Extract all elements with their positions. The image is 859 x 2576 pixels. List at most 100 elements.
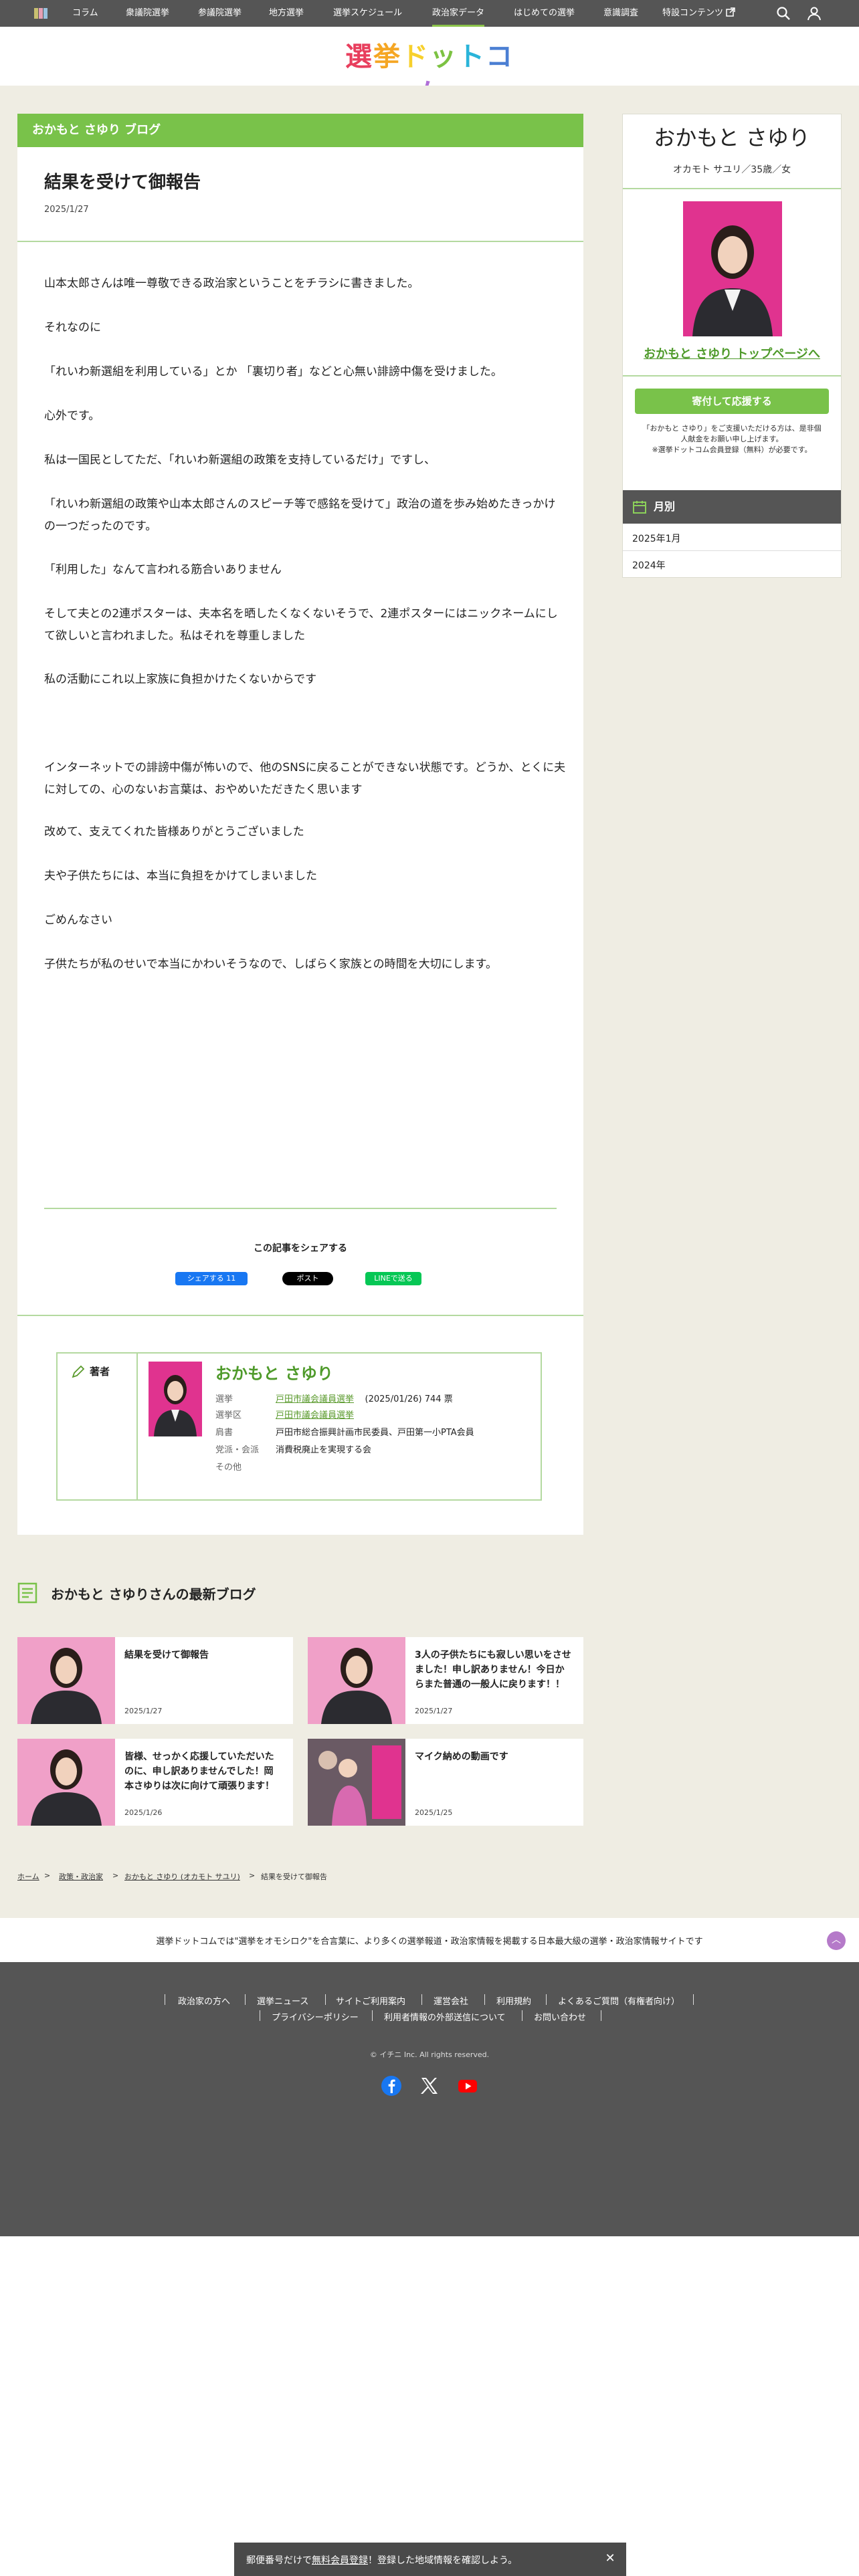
election-link[interactable]: 戸田市議会議員選挙 bbox=[276, 1394, 354, 1404]
breadcrumb-separator: > bbox=[44, 1871, 51, 1880]
blog-card-title: 皆様、せっかく応援していただいたのに、申し訳ありませんでした！岡本さゆりは次に向… bbox=[124, 1751, 274, 1792]
month-link[interactable]: 2024年 bbox=[632, 558, 666, 572]
footer-link[interactable]: 運営会社 bbox=[434, 1994, 468, 2007]
footer-link[interactable]: プライバシーポリシー bbox=[272, 2010, 359, 2023]
footer-link[interactable]: 政治家の方へ bbox=[178, 1994, 230, 2007]
nav-local-election[interactable]: 地方選挙 bbox=[269, 0, 304, 27]
sidebar-kana: オカモト サユリ／35歳／女 bbox=[672, 165, 791, 175]
footer-separator bbox=[693, 1994, 694, 2005]
top-nav: コラム 衆議院選挙 参議院選挙 地方選挙 選挙スケジュール 政治家データ はじめ… bbox=[0, 0, 859, 27]
article-paragraph: 「れいわ新選組の政策や山本太郎さんのスピーチ等で感銘を受けて」政治の道を歩み始め… bbox=[44, 498, 556, 533]
meta-key: 選挙区 bbox=[215, 1410, 242, 1420]
district-link[interactable]: 戸田市議会議員選挙 bbox=[276, 1410, 354, 1420]
month-archive-heading: 月別 bbox=[623, 490, 841, 524]
calendar-icon bbox=[633, 501, 646, 514]
candidate-top-link[interactable]: おかもと さゆり トップページへ bbox=[623, 344, 841, 362]
campaign-photo bbox=[308, 1739, 405, 1826]
home-icon[interactable] bbox=[33, 7, 48, 20]
footer-link[interactable]: 利用規約 bbox=[496, 1994, 531, 2007]
meta-election: 選挙 戸田市議会議員選挙 (2025/01/26) 744 票 bbox=[215, 1394, 453, 1406]
blog-card[interactable]: 皆様、せっかく応援していただいたのに、申し訳ありませんでした！岡本さゆりは次に向… bbox=[17, 1739, 293, 1826]
back-to-top-button[interactable]: ︿ bbox=[827, 1931, 846, 1950]
footer-link[interactable]: 選挙ニュース bbox=[257, 1994, 308, 2007]
article-paragraph: 「れいわ新選組を利用している」とか 「裏切り者」などと心無い誹謗中傷を受けました… bbox=[44, 365, 502, 379]
breadcrumb-category[interactable]: 政策・政治家 bbox=[59, 1871, 103, 1882]
blog-header[interactable]: おかもと さゆり ブログ bbox=[17, 114, 583, 147]
sidebar-photo[interactable] bbox=[683, 201, 782, 336]
author-photo[interactable] bbox=[149, 1362, 202, 1436]
footer-link[interactable]: よくあるご質問（有権者向け） bbox=[558, 1994, 680, 2007]
footer: 政治家の方へ 選挙ニュース サイトご利用案内 運営会社 利用規約 よくあるご質問… bbox=[0, 1962, 859, 2236]
article-paragraph: 子供たちが私のせいで本当にかわいそうなので、しばらく家族との時間を大切にします。 bbox=[44, 958, 497, 971]
meta-key: 肩書 bbox=[215, 1428, 233, 1438]
blog-thumbnail bbox=[17, 1739, 115, 1826]
blog-thumbnail bbox=[308, 1637, 405, 1724]
breadcrumb-home[interactable]: ホーム bbox=[17, 1871, 39, 1882]
article-paragraph: 夫や子供たちには、本当に負担をかけてしまいました bbox=[44, 869, 317, 883]
youtube-icon[interactable] bbox=[456, 2074, 479, 2097]
nav-councillor-election[interactable]: 参議院選挙 bbox=[198, 0, 242, 27]
breadcrumb-current: 結果を受けて御報告 bbox=[261, 1872, 327, 1881]
article-paragraph: 私は一国民としてただ、「れいわ新選組の政策を支持しているだけ」ですし、 bbox=[44, 453, 436, 467]
footer-separator bbox=[546, 1994, 547, 2005]
site-logo[interactable]: 選挙ドットコム bbox=[343, 39, 516, 108]
footer-separator bbox=[245, 1994, 246, 2005]
facebook-icon[interactable] bbox=[380, 2074, 403, 2097]
nav-special[interactable]: 特設コンテンツ bbox=[662, 0, 735, 27]
donate-button[interactable]: 寄付して応援する bbox=[635, 389, 829, 414]
article-paragraph: 改めて、支えてくれた皆様ありがとうございました bbox=[44, 825, 304, 839]
user-icon[interactable] bbox=[807, 6, 822, 21]
article-paragraph: 心外です。 bbox=[44, 409, 100, 423]
footer-separator bbox=[372, 2010, 373, 2021]
blog-card-title: 結果を受けて御報告 bbox=[124, 1650, 209, 1660]
blog-card[interactable]: 結果を受けて御報告 2025/1/27 bbox=[17, 1637, 293, 1724]
chevron-up-icon: ︿ bbox=[832, 1935, 841, 1945]
nav-schedule[interactable]: 選挙スケジュール bbox=[333, 0, 402, 27]
portrait-image bbox=[308, 1637, 405, 1724]
footer-link[interactable]: お問い合わせ bbox=[534, 2010, 586, 2023]
signup-banner: 郵便番号だけで無料会員登録！登録した地域情報を確認しよう。 ✕ bbox=[234, 2543, 626, 2576]
breadcrumb-person[interactable]: おかもと さゆり (オカモト サユリ) bbox=[124, 1871, 240, 1882]
election-result: (2025/01/26) 744 票 bbox=[365, 1394, 453, 1404]
facebook-share-button[interactable]: シェアする 11 bbox=[175, 1272, 248, 1285]
divider bbox=[17, 241, 583, 242]
nav-first-election[interactable]: はじめての選挙 bbox=[514, 0, 575, 27]
nav-survey[interactable]: 意識調査 bbox=[603, 0, 638, 27]
blog-card-title: マイク納めの動画です bbox=[415, 1751, 508, 1762]
author-label: 著者 bbox=[90, 1366, 110, 1378]
portrait-image bbox=[17, 1637, 115, 1724]
meta-title-value: 戸田市総合振興計画市民委員、戸田第一小PTA会員 bbox=[276, 1428, 474, 1438]
meta-party-value: 消費税廃止を実現する会 bbox=[276, 1445, 372, 1455]
line-share-button[interactable]: LINEで送る bbox=[365, 1272, 421, 1285]
blog-card-date: 2025/1/25 bbox=[415, 1808, 453, 1817]
meta-title: 肩書 戸田市総合振興計画市民委員、戸田第一小PTA会員 bbox=[215, 1427, 474, 1439]
divider bbox=[17, 1315, 583, 1316]
article-paragraph: 山本太郎さんは唯一尊敬できる政治家ということをチラシに書きました。 bbox=[44, 277, 419, 290]
nav-house-election[interactable]: 衆議院選挙 bbox=[126, 0, 169, 27]
footer-separator bbox=[325, 1994, 326, 2005]
x-icon[interactable] bbox=[417, 2074, 440, 2097]
meta-key: その他 bbox=[215, 1463, 242, 1473]
meta-other: その他 bbox=[215, 1462, 276, 1474]
footer-link[interactable]: サイトご利用案内 bbox=[336, 1994, 405, 2007]
nav-column[interactable]: コラム bbox=[72, 0, 98, 27]
external-link-icon bbox=[726, 7, 735, 17]
month-link[interactable]: 2025年1月 bbox=[632, 532, 681, 545]
article-paragraph: 私の活動にこれ以上家族に負担かけたくないからです bbox=[44, 673, 317, 686]
x-post-button[interactable]: ポスト bbox=[282, 1272, 333, 1285]
close-icon[interactable]: ✕ bbox=[603, 2552, 617, 2565]
article-card: おかもと さゆり ブログ 結果を受けて御報告 2025/1/27 山本太郎さんは… bbox=[17, 114, 583, 1535]
article-paragraph: ごめんなさい bbox=[44, 914, 112, 927]
nav-politician-data[interactable]: 政治家データ bbox=[432, 0, 485, 27]
footer-link[interactable]: 利用者情報の外部送信について bbox=[384, 2010, 506, 2023]
divider bbox=[44, 1208, 557, 1209]
article-paragraph: 「利用した」なんて言われる筋合いありません bbox=[44, 563, 282, 576]
banner-text-a: 郵便番号だけで bbox=[246, 2555, 312, 2566]
signup-link[interactable]: 無料会員登録 bbox=[312, 2555, 368, 2566]
search-icon[interactable] bbox=[776, 6, 791, 21]
site-tagline-band: 選挙ドットコムでは"選挙をオモシロク"を合言葉に、より多くの選挙報道・政治家情報… bbox=[0, 1918, 859, 1962]
portrait-image bbox=[692, 225, 773, 336]
blog-card[interactable]: 3人の子供たちにも寂しい思いをさせました！申し訳ありません！今日からまた普通の一… bbox=[308, 1637, 583, 1724]
author-name[interactable]: おかもと さゆり bbox=[215, 1360, 333, 1384]
blog-card[interactable]: マイク納めの動画です 2025/1/25 bbox=[308, 1739, 583, 1826]
